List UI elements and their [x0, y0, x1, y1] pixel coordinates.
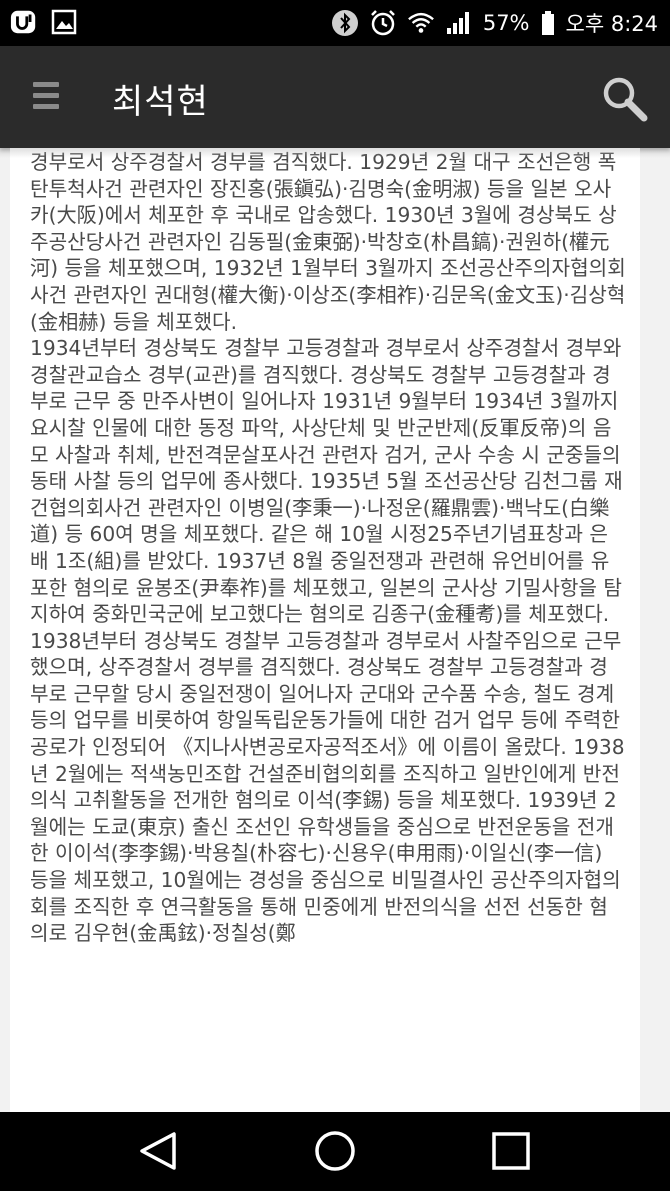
- alarm-icon: [369, 9, 397, 37]
- battery-percent: 57%: [482, 11, 530, 35]
- article-body: 경부로서 상주경찰서 경부를 겸직했다. 1929년 2월 대구 조선은행 폭탄…: [10, 149, 640, 947]
- status-bar: 57% 오후 8:24: [0, 0, 670, 46]
- article-paragraph: 경부로서 상주경찰서 경부를 겸직했다. 1929년 2월 대구 조선은행 폭탄…: [30, 150, 626, 334]
- hamburger-menu-icon[interactable]: [33, 82, 59, 112]
- image-icon: [50, 8, 78, 36]
- clock: 오후 8:24: [565, 12, 658, 36]
- navigation-bar: [0, 1112, 670, 1191]
- article-content[interactable]: 경부로서 상주경찰서 경부를 겸직했다. 1929년 2월 대구 조선은행 폭탄…: [10, 148, 640, 1112]
- wifi-icon: [407, 9, 435, 37]
- page-title: 최석현: [112, 82, 209, 122]
- article-paragraph: 1938년부터 경상북도 경찰부 고등경찰과 경부로서 사찰주임으로 근무했으며…: [30, 628, 625, 946]
- app-bar: 최석현: [0, 46, 670, 148]
- article-paragraph: 1934년부터 경상북도 경찰부 고등경찰과 경부로서 상주경찰서 경부와 경찰…: [30, 336, 623, 627]
- recents-icon[interactable]: [486, 1126, 536, 1176]
- uplus-icon: [10, 8, 38, 36]
- back-icon[interactable]: [134, 1126, 184, 1176]
- home-icon[interactable]: [310, 1126, 360, 1176]
- signal-icon: [445, 9, 473, 37]
- search-icon[interactable]: [600, 74, 650, 124]
- battery-icon: [540, 9, 556, 37]
- bluetooth-icon: [331, 9, 359, 37]
